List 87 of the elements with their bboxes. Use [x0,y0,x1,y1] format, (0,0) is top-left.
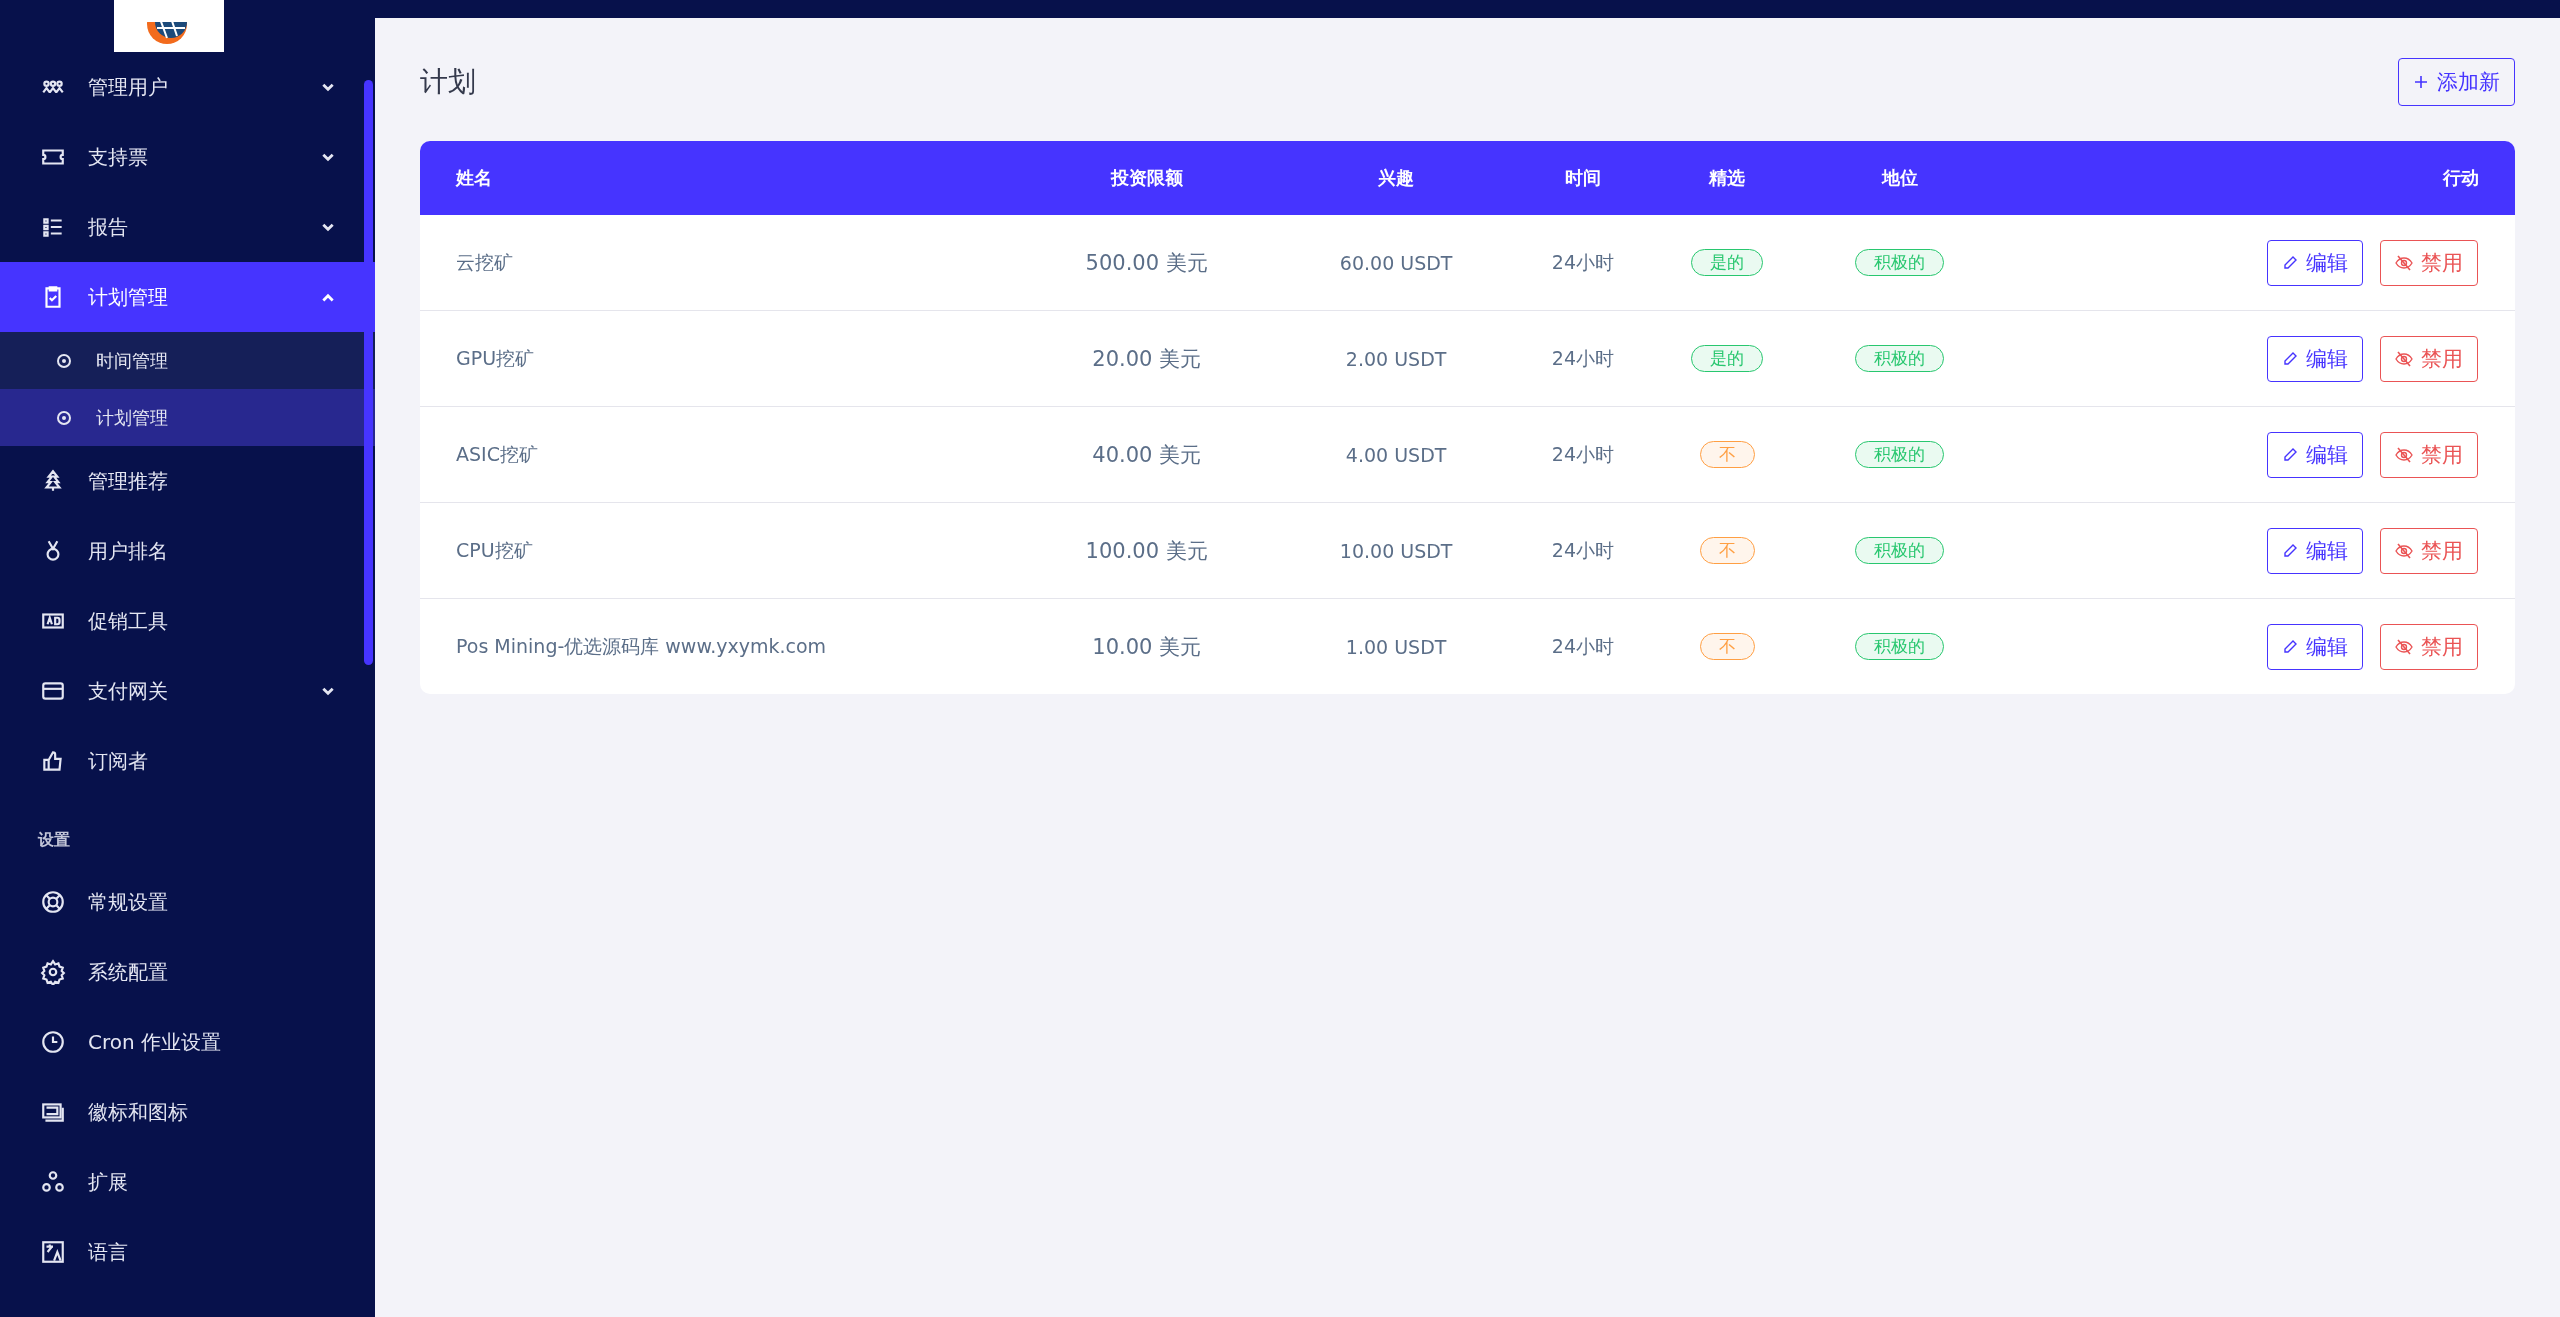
edit-button[interactable]: 编辑 [2267,335,2363,382]
lifebuoy-icon [40,889,66,915]
table-cell: 24小时 [1515,215,1650,311]
edit-button[interactable]: 编辑 [2267,239,2363,286]
table-cell: 10.00 美元 [1017,598,1277,694]
settings-icon [40,959,66,985]
table-cell: Pos Mining-优选源码库 www.yxymk.com [420,598,1017,694]
table-cell: 20.00 美元 [1017,310,1277,407]
sidebar-item[interactable]: 订阅者 [0,726,375,796]
sidebar-item[interactable]: 管理用户 [0,52,375,122]
clock-icon [40,1029,66,1055]
featured-badge: 是的 [1691,345,1764,372]
pencil-icon [2282,254,2298,271]
sidebar-subitem[interactable]: 时间管理 [0,332,375,389]
column-header: 地位 [1804,141,1995,215]
column-header: 投资限额 [1017,141,1277,215]
sidebar-item[interactable]: 常规设置 [0,867,375,937]
disable-button[interactable]: 禁用 [2380,623,2478,670]
pencil-icon [2282,542,2298,559]
table-cell: 10.00 USDT [1276,502,1516,599]
radio-dot-icon [56,409,72,426]
sidebar-item[interactable]: 支持票 [0,122,375,192]
edit-button[interactable]: 编辑 [2267,527,2363,574]
section-title: 设置 [36,829,71,851]
sidebar-item[interactable]: 促销工具 [0,586,375,656]
table-cell: 24小时 [1515,310,1650,407]
edit-button[interactable]: 编辑 [2267,623,2363,670]
pencil-icon [2282,638,2298,655]
column-header: 精选 [1650,141,1805,215]
featured-badge: 不 [1699,633,1755,660]
sidebar-item[interactable]: 支付网关 [0,656,375,726]
scrollbar[interactable] [364,80,373,665]
sidebar-item[interactable]: 扩展 [0,1147,375,1217]
disable-button[interactable]: 禁用 [2380,239,2478,286]
language-icon [40,1239,66,1265]
circles-icon [40,1169,66,1195]
featured-badge: 是的 [1691,249,1764,276]
table-cell: 60.00 USDT [1276,215,1516,311]
sidebar-item[interactable]: 报告 [0,192,375,262]
table-cell: 1.00 USDT [1276,598,1516,694]
radio-dot-icon [56,352,72,369]
page-title: 计划 [420,64,476,100]
table-cell: 24小时 [1515,502,1650,599]
table-cell: CPU挖矿 [420,502,1017,599]
disable-button[interactable]: 禁用 [2380,527,2478,574]
status-badge: 积极的 [1855,537,1945,564]
column-header: 兴趣 [1276,141,1516,215]
sidebar-item[interactable]: 用户排名 [0,516,375,586]
disable-button[interactable]: 禁用 [2380,335,2478,382]
featured-badge: 不 [1699,441,1755,468]
eye-slash-icon [2395,254,2413,271]
sidebar-item[interactable]: 计划管理 [0,262,375,332]
sidebar-item[interactable]: 系统配置 [0,937,375,1007]
table-cell: GPU挖矿 [420,310,1017,407]
sidebar-item[interactable]: 语言 [0,1217,375,1287]
table-cell: 云挖矿 [420,215,1017,311]
disable-button[interactable]: 禁用 [2380,431,2478,478]
table-cell: 2.00 USDT [1276,310,1516,407]
status-badge: 积极的 [1855,345,1945,372]
status-badge: 积极的 [1855,249,1945,276]
table-cell: 100.00 美元 [1017,502,1277,599]
featured-badge: 不 [1699,537,1755,564]
pencil-icon [2282,350,2298,367]
add-new-button[interactable]: 添加新 [2398,58,2515,106]
sidebar-item[interactable]: 徽标和图标 [0,1077,375,1147]
status-badge: 积极的 [1855,633,1945,660]
table-cell: 4.00 USDT [1276,406,1516,503]
sidebar-item[interactable]: 管理推荐 [0,446,375,516]
table-cell: 24小时 [1515,406,1650,503]
eye-slash-icon [2395,350,2413,367]
sidebar-item[interactable]: Cron 作业设置 [0,1007,375,1077]
table-cell: 40.00 美元 [1017,406,1277,503]
column-header: 姓名 [420,141,1017,215]
edit-button[interactable]: 编辑 [2267,431,2363,478]
pencil-icon [2282,446,2298,463]
eye-slash-icon [2395,446,2413,463]
column-header: 时间 [1515,141,1650,215]
column-header: 行动 [1994,141,2515,215]
plus-icon [2413,74,2429,90]
eye-slash-icon [2395,542,2413,559]
table-cell: 24小时 [1515,598,1650,694]
eye-slash-icon [2395,638,2413,655]
logo-icon [114,0,224,52]
table-cell: 500.00 美元 [1017,215,1277,311]
status-badge: 积极的 [1855,441,1945,468]
table-cell: ASIC挖矿 [420,406,1017,503]
sidebar-subitem[interactable]: 计划管理 [0,389,375,446]
